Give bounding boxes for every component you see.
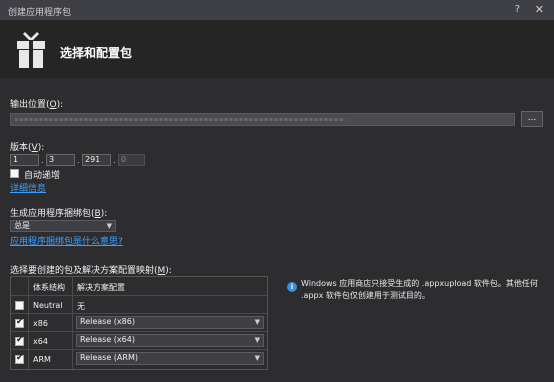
window-title: 创建应用程序包 <box>8 8 72 18</box>
version-separator: . <box>113 156 116 165</box>
config-select-value: Release (ARM) <box>80 353 138 362</box>
config-select-value: Release (x64) <box>80 335 135 344</box>
auto-increment-checkbox[interactable] <box>10 169 19 178</box>
row-checkbox-neutral[interactable] <box>15 301 24 310</box>
config-select-x64[interactable]: Release (x64) ▼ <box>76 334 264 347</box>
chevron-down-icon: ▼ <box>254 318 260 326</box>
chevron-down-icon: ▼ <box>254 354 260 362</box>
info-text: Windows 应用商店只接受生成的 .appxupload 软件包。其他任何 … <box>301 279 538 300</box>
config-select-x86[interactable]: Release (x86) ▼ <box>76 316 264 329</box>
arch-cell: x86 <box>33 319 48 328</box>
arch-cell: ARM <box>33 355 51 364</box>
version-label: 版本(V): <box>10 143 45 153</box>
row-checkbox-x86[interactable] <box>15 317 24 328</box>
mapping-label: 选择要创建的包及解决方案配置映射(M): <box>10 266 172 276</box>
config-select-value: Release (x86) <box>80 317 135 326</box>
page-title: 选择和配置包 <box>60 46 133 60</box>
title-bar: 创建应用程序包 ? ✕ <box>0 0 554 20</box>
version-separator: . <box>41 156 44 165</box>
bundle-select-value: 总是 <box>14 221 30 230</box>
column-header-architecture: 体系结构 <box>33 283 65 292</box>
info-message: Windows 应用商店只接受生成的 .appxupload 软件包。其他任何 … <box>285 278 547 302</box>
row-checkbox-x64[interactable] <box>15 335 24 346</box>
config-cell: 无 <box>77 302 85 311</box>
browse-button[interactable]: ... <box>521 111 543 127</box>
auto-increment-label: 自动递增 <box>24 171 61 181</box>
details-link[interactable]: 详细信息 <box>10 181 46 194</box>
version-separator: . <box>77 156 80 165</box>
version-minor-input[interactable]: 3 <box>46 154 75 166</box>
bundle-help-link[interactable]: 应用程序捆绑包是什么意思? <box>10 234 123 247</box>
chevron-down-icon: ▼ <box>254 336 260 344</box>
package-icon <box>17 32 45 68</box>
chevron-down-icon: ▼ <box>106 222 112 230</box>
output-path-input[interactable] <box>10 113 515 126</box>
version-major-input[interactable]: 1 <box>10 154 39 166</box>
close-button[interactable]: ✕ <box>535 3 544 16</box>
output-label: 输出位置(O): <box>10 100 64 110</box>
version-revision-input[interactable]: 0 <box>118 154 145 166</box>
column-header-configuration: 解决方案配置 <box>77 283 125 292</box>
redacted-path <box>15 118 345 121</box>
arch-cell: Neutral <box>33 301 63 310</box>
config-mapping-table: 体系结构 解决方案配置 Neutral 无 x86 Release (x86) … <box>10 276 268 370</box>
bundle-select[interactable]: 总是 ▼ <box>10 220 116 232</box>
help-button[interactable]: ? <box>515 4 520 15</box>
arch-cell: x64 <box>33 337 48 346</box>
config-select-arm[interactable]: Release (ARM) ▼ <box>76 352 264 365</box>
bundle-label: 生成应用程序捆绑包(B): <box>10 209 108 219</box>
dialog-header: 选择和配置包 <box>0 20 554 78</box>
row-checkbox-arm[interactable] <box>15 353 24 364</box>
version-build-input[interactable]: 291 <box>82 154 111 166</box>
